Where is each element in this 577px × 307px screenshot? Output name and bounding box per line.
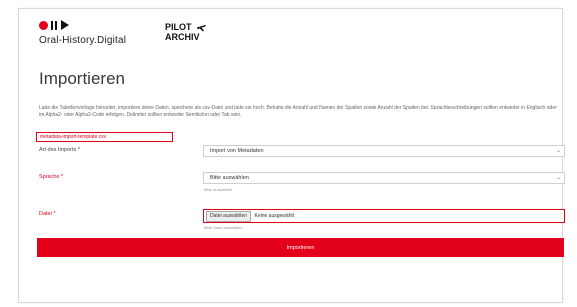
language-value: Bitte auswählen <box>210 175 249 181</box>
logo-text: Oral-History.Digital <box>39 35 127 46</box>
file-input[interactable]: Datei auswählen Keine ausgewählt <box>203 209 565 223</box>
language-select[interactable]: Bitte auswählen ⌄ <box>203 172 565 184</box>
import-type-row: Art des Imports * Import von Metadaten ⌄ <box>39 145 565 161</box>
page-container: Oral-History.Digital PILOT ARCHIV Import… <box>18 8 565 303</box>
file-status-text: Keine ausgewählt <box>254 213 294 219</box>
file-hint: Bitte Datei auswählen <box>204 225 243 230</box>
template-download-link[interactable]: metadata-import-template.csv <box>36 132 173 142</box>
record-icon <box>39 20 48 30</box>
play-icon <box>61 20 69 30</box>
language-hint: Bitte auswählen <box>204 187 233 192</box>
chevron-down-icon: ⌄ <box>555 148 561 154</box>
logo-icons <box>39 19 126 31</box>
page-title: Importieren <box>39 69 125 88</box>
file-row: Datei * Datei auswählen Keine ausgewählt… <box>39 209 565 233</box>
site-logo[interactable]: Oral-History.Digital <box>39 19 126 46</box>
choose-file-button[interactable]: Datei auswählen <box>206 211 251 222</box>
archive-label: ARCHIV <box>165 32 200 42</box>
pilot-archive-badge: PILOT ARCHIV <box>165 22 207 42</box>
airplane-icon <box>196 24 206 31</box>
pause-icon-bar <box>55 20 57 30</box>
pilot-label: PILOT <box>165 22 192 32</box>
import-type-label: Art des Imports * <box>39 147 80 153</box>
import-type-select[interactable]: Import von Metadaten ⌄ <box>203 145 565 157</box>
file-label: Datei * <box>39 211 56 217</box>
pause-icon <box>51 20 53 30</box>
import-submit-button[interactable]: Importieren <box>37 238 564 257</box>
chevron-down-icon: ⌄ <box>555 175 561 181</box>
intro-text: Lade die Tabellenvorlage hierunter, impo… <box>39 105 557 118</box>
language-row: Sprache * Bitte auswählen ⌄ Bitte auswäh… <box>39 172 565 196</box>
language-label: Sprache * <box>39 174 64 180</box>
import-type-value: Import von Metadaten <box>210 148 264 154</box>
